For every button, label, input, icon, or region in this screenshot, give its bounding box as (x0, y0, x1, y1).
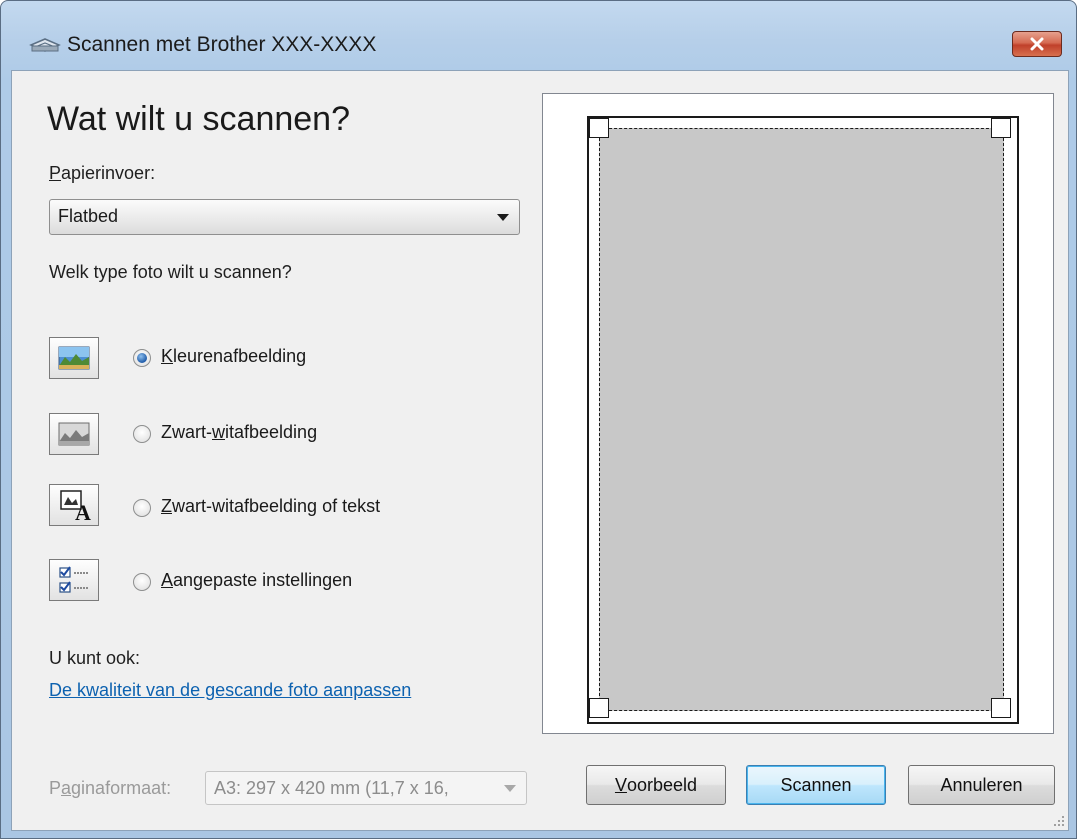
page-size-select[interactable]: A3: 297 x 420 mm (11,7 x 16, (205, 771, 527, 805)
black-white-text-icon[interactable]: A (49, 484, 99, 526)
paper-feed-select[interactable]: Flatbed (49, 199, 520, 235)
also-label: U kunt ook: (49, 648, 141, 668)
grayscale-picture-icon[interactable] (49, 413, 99, 455)
crop-handle-bottom-right[interactable] (991, 698, 1011, 718)
title-bar[interactable]: Scannen met Brother XXX-XXXX (1, 1, 1076, 63)
svg-text:A: A (75, 500, 91, 525)
resize-grip-icon[interactable] (1053, 815, 1065, 827)
scan-area-selection[interactable] (599, 128, 1004, 711)
page-size-value: A3: 297 x 420 mm (11,7 x 16, (214, 778, 449, 798)
crop-handle-bottom-left[interactable] (589, 698, 609, 718)
paper-feed-label: Papierinvoer: (49, 163, 156, 183)
color-picture-radio[interactable] (133, 349, 151, 367)
close-icon (1030, 37, 1044, 51)
cancel-button[interactable]: Annuleren (908, 765, 1055, 805)
dialog-body: Wat wilt u scannen? Papierinvoer: Flatbe… (11, 70, 1069, 831)
window-title: Scannen met Brother XXX-XXXX (67, 33, 377, 56)
custom-settings-radio[interactable] (133, 573, 151, 591)
chevron-down-icon (504, 785, 516, 792)
scan-preview-pane (542, 93, 1054, 734)
scan-dialog-window: Scannen met Brother XXX-XXXX Wat wilt u … (0, 0, 1077, 839)
adjust-quality-link[interactable]: De kwaliteit van de gescande foto aanpas… (49, 680, 411, 701)
scanner-icon (29, 38, 61, 52)
close-button[interactable] (1012, 31, 1062, 57)
paper-feed-value: Flatbed (58, 206, 119, 226)
color-picture-label[interactable]: Kleurenafbeelding (161, 346, 306, 367)
scan-button[interactable]: Scannen (746, 765, 886, 805)
grayscale-picture-radio[interactable] (133, 425, 151, 443)
color-picture-icon[interactable] (49, 337, 99, 379)
grayscale-picture-label[interactable]: Zwart-witafbeelding (161, 422, 317, 443)
custom-settings-label[interactable]: Aangepaste instellingen (161, 570, 352, 591)
chevron-down-icon (497, 214, 509, 221)
page-title: Wat wilt u scannen? (47, 100, 350, 138)
page-size-label: Paginaformaat: (49, 778, 172, 798)
preview-button[interactable]: Voorbeeld (586, 765, 726, 805)
black-white-text-label[interactable]: Zwart-witafbeelding of tekst (161, 496, 380, 517)
photo-type-question: Welk type foto wilt u scannen? (49, 262, 292, 282)
custom-settings-icon[interactable] (49, 559, 99, 601)
black-white-text-radio[interactable] (133, 499, 151, 517)
crop-handle-top-right[interactable] (991, 118, 1011, 138)
crop-handle-top-left[interactable] (589, 118, 609, 138)
